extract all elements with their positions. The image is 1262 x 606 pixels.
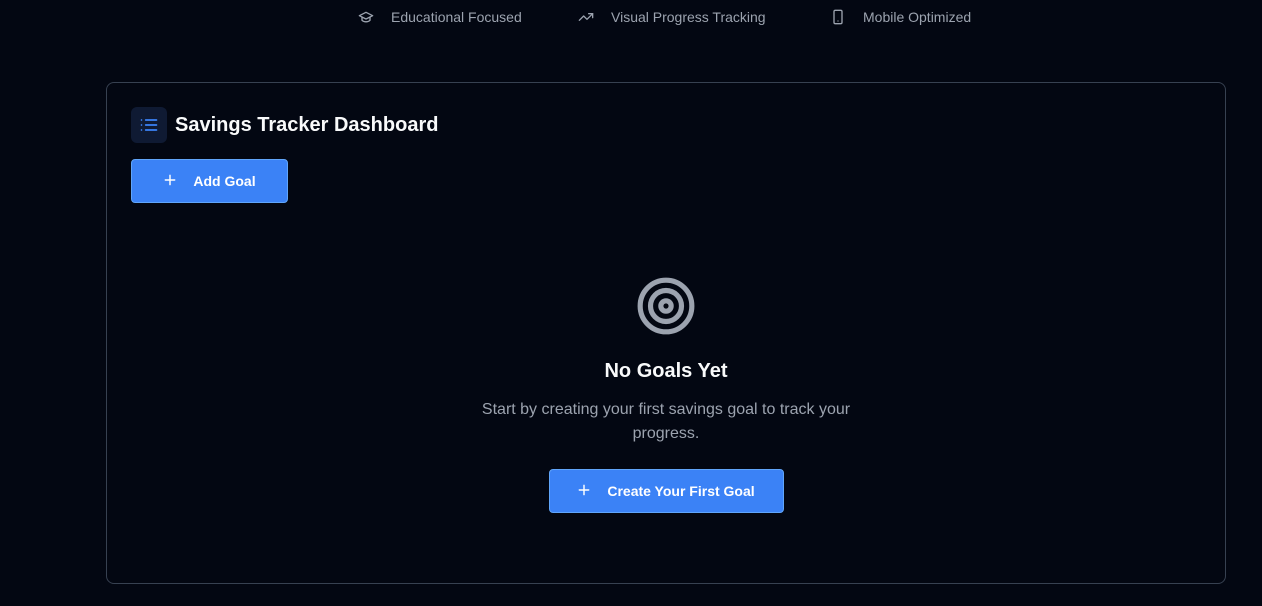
feature-visual-progress-tracking: Visual Progress Tracking xyxy=(578,9,766,25)
feature-educational-focused: Educational Focused xyxy=(358,9,522,25)
card-header: Savings Tracker Dashboard xyxy=(131,107,438,143)
empty-state-title: No Goals Yet xyxy=(604,360,728,382)
target-icon xyxy=(635,275,697,342)
feature-label: Mobile Optimized xyxy=(863,9,972,25)
list-icon xyxy=(131,107,167,143)
page-title: Savings Tracker Dashboard xyxy=(175,113,439,136)
plus-icon xyxy=(577,483,591,500)
empty-state-description: Start by creating your first savings goa… xyxy=(481,401,851,442)
feature-label: Educational Focused xyxy=(391,9,522,25)
create-first-goal-label: Create Your First Goal xyxy=(607,483,755,499)
savings-dashboard-card: Savings Tracker Dashboard Add Goal No Go… xyxy=(106,82,1226,584)
feature-mobile-optimized: Mobile Optimized xyxy=(830,9,971,25)
empty-state: No Goals Yet Start by creating your firs… xyxy=(107,275,1225,513)
smartphone-icon xyxy=(830,9,846,25)
plus-icon xyxy=(163,173,177,190)
create-first-goal-button[interactable]: Create Your First Goal xyxy=(548,469,784,513)
add-goal-button[interactable]: Add Goal xyxy=(131,159,288,203)
feature-label: Visual Progress Tracking xyxy=(611,9,766,25)
graduation-cap-icon xyxy=(358,9,374,25)
add-goal-label: Add Goal xyxy=(193,173,256,189)
features-bar: Educational Focused Visual Progress Trac… xyxy=(0,0,1262,36)
trending-up-icon xyxy=(578,9,594,25)
